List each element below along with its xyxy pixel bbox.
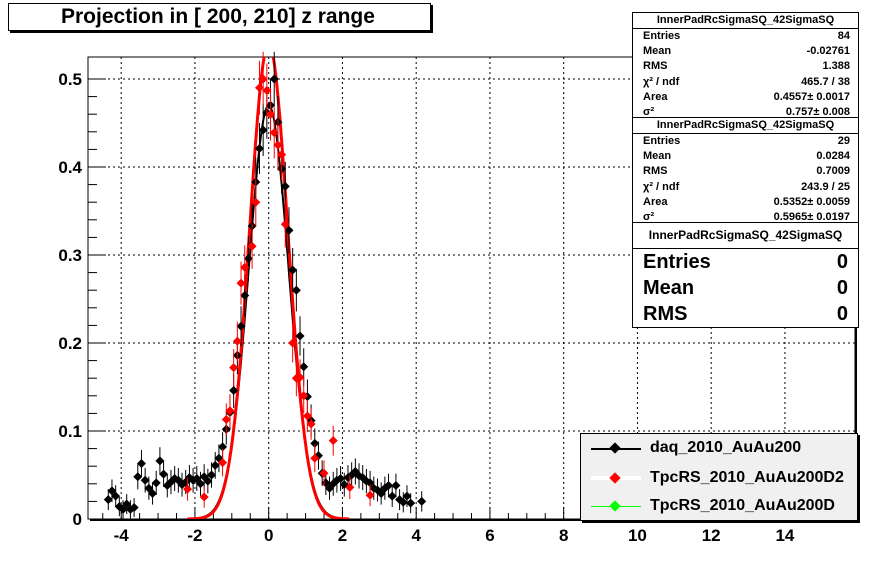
x-tick-label: 12 — [702, 526, 721, 545]
stats-title: InnerPadRcSigmaSQ_42SigmaSQ — [633, 118, 858, 134]
legend-label: TpcRS_2010_AuAu200D — [650, 497, 835, 514]
y-tick-label: 0 — [73, 510, 82, 529]
x-tick-label: 8 — [559, 526, 568, 545]
x-tick-label: -2 — [187, 526, 202, 545]
legend-entry-tpcrs-d: TpcRS_2010_AuAu200D — [581, 494, 857, 520]
diamond-marker-icon — [609, 500, 621, 512]
stats-row-entries: Entries 0 — [643, 251, 848, 273]
x-tick-label: 14 — [775, 526, 794, 545]
stats-row-rms: RMS 0.7009 — [643, 165, 850, 178]
legend-entry-daq: daq_2010_AuAu200 — [581, 436, 857, 462]
x-tick-label: 2 — [338, 526, 347, 545]
stats-box-tpcrs-d2: InnerPadRcSigmaSQ_42SigmaSQ Entries 29 Me… — [632, 117, 859, 223]
stats-row-area: Area 0.5352± 0.0059 — [643, 195, 850, 208]
stats-row-mean: Mean 0 — [643, 277, 848, 299]
y-tick-label: 0.5 — [58, 70, 82, 89]
x-tick-label: -4 — [114, 526, 130, 545]
y-tick-label: 0.2 — [58, 334, 82, 353]
stats-row-chi2: χ² / ndf 465.7 / 38 — [643, 75, 850, 88]
stats-box-daq: InnerPadRcSigmaSQ_42SigmaSQ Entries 84 Me… — [632, 12, 859, 118]
x-tick-label: 4 — [411, 526, 421, 545]
stats-row-entries: Entries 29 — [643, 135, 850, 147]
stats-row-rms: RMS 1.388 — [643, 60, 850, 73]
stats-row-mean: Mean 0.0284 — [643, 150, 850, 163]
y-tick-label: 0.4 — [58, 158, 82, 177]
stats-box-tpcrs-d: InnerPadRcSigmaSQ_42SigmaSQ Entries 0 Mea… — [632, 222, 859, 328]
y-tick-label: 0.3 — [58, 246, 82, 265]
x-tick-label: 0 — [264, 526, 273, 545]
x-tick-label: 10 — [628, 526, 647, 545]
stats-row-chi2: χ² / ndf 243.9 / 25 — [643, 180, 850, 193]
plot-title: Projection in [ 200, 210] z range — [8, 3, 431, 31]
legend-label: TpcRS_2010_AuAu200D2 — [650, 469, 844, 486]
stats-row-area: Area 0.4557± 0.0017 — [643, 90, 850, 103]
stats-title: InnerPadRcSigmaSQ_42SigmaSQ — [633, 223, 858, 249]
stats-row-mean: Mean -0.02761 — [643, 45, 850, 58]
legend: daq_2010_AuAu200 TpcRS_2010_AuAu200D2 Tp… — [580, 433, 858, 521]
x-tick-label: 6 — [485, 526, 494, 545]
stats-row-rms: RMS 0 — [643, 303, 848, 325]
stats-title: InnerPadRcSigmaSQ_42SigmaSQ — [633, 13, 858, 29]
legend-label: daq_2010_AuAu200 — [650, 439, 802, 456]
stats-row-entries: Entries 84 — [643, 30, 850, 42]
diamond-marker-icon — [609, 442, 621, 454]
y-tick-label: 0.1 — [58, 422, 82, 441]
diamond-marker-icon — [609, 472, 621, 484]
legend-entry-tpcrs-d2: TpcRS_2010_AuAu200D2 — [581, 466, 857, 492]
